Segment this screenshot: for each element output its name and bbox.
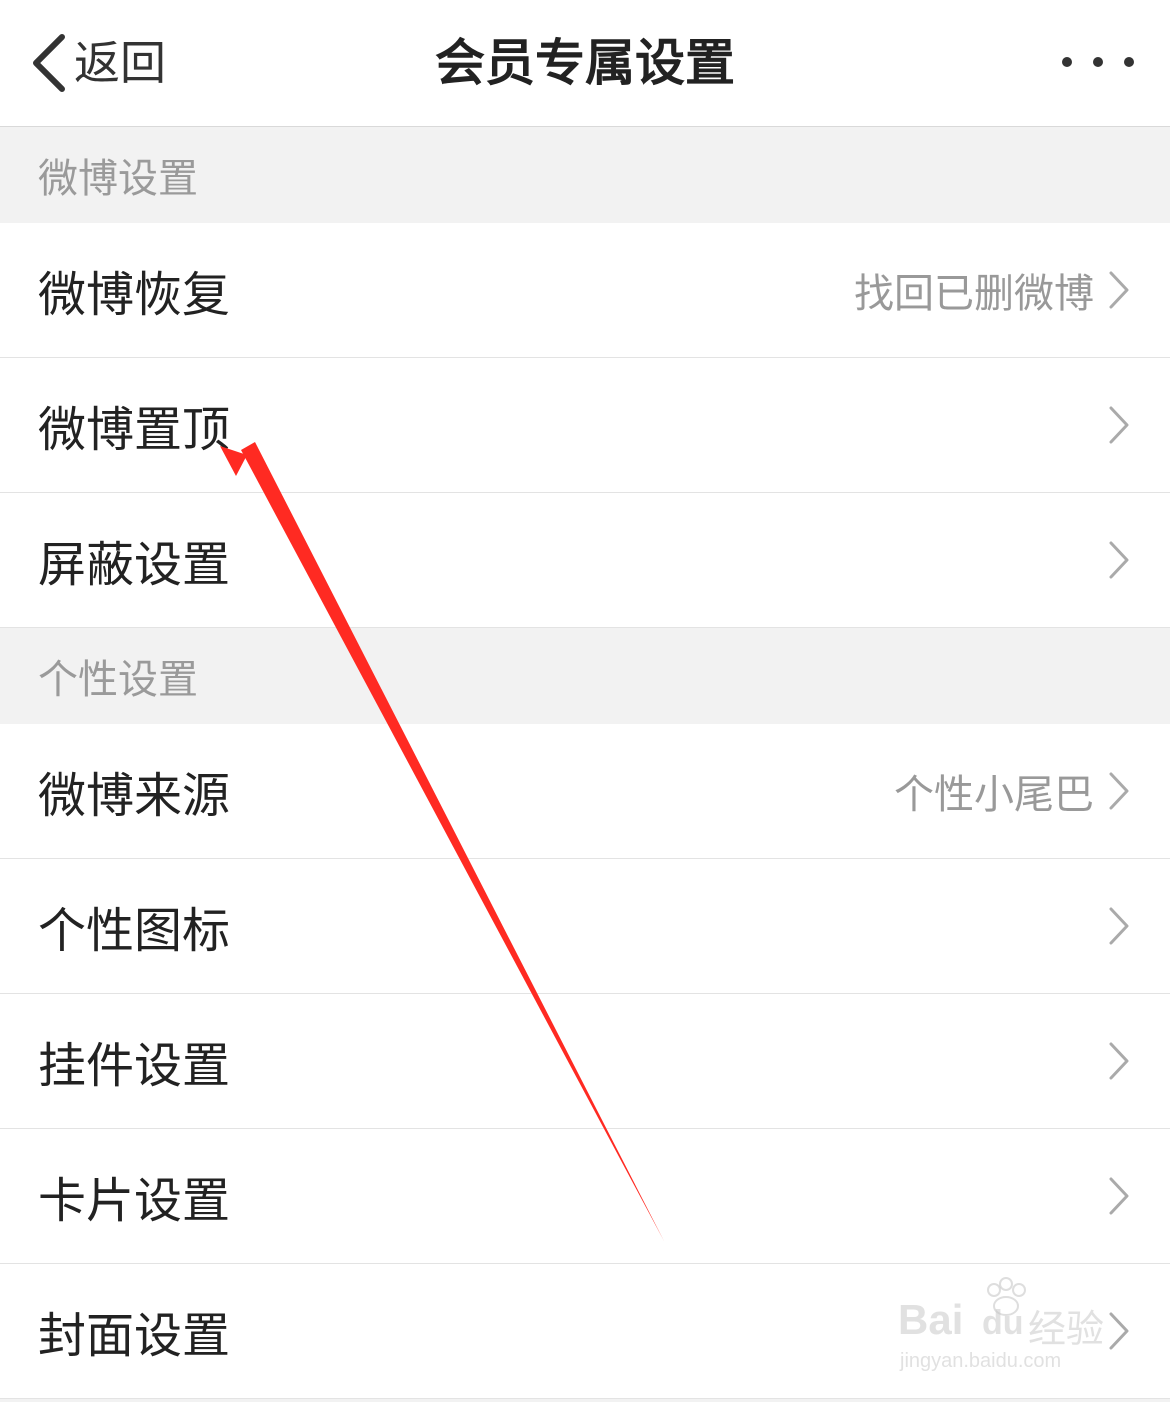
- row-label: 个性图标: [38, 903, 231, 959]
- chevron-right-icon: [1108, 270, 1130, 310]
- more-dot-icon: [1093, 57, 1103, 67]
- section-weibo-settings: 微博设置 微博恢复 找回已删微博 微博置顶 屏蔽设置: [0, 127, 1170, 628]
- more-dot-icon: [1124, 57, 1134, 67]
- settings-row-weibo-restore[interactable]: 微博恢复 找回已删微博: [0, 223, 1170, 358]
- section-header: 微博设置: [0, 127, 1170, 223]
- row-label: 微博恢复: [38, 267, 231, 323]
- chevron-right-icon: [1108, 405, 1130, 445]
- row-label: 屏蔽设置: [38, 537, 231, 593]
- row-label: 微博置顶: [38, 402, 231, 458]
- chevron-right-icon: [1108, 771, 1130, 811]
- chevron-left-icon: [30, 33, 66, 93]
- back-label: 返回: [74, 36, 166, 90]
- chevron-right-icon: [1108, 906, 1130, 946]
- row-label: 封面设置: [38, 1308, 231, 1364]
- page-title: 会员专属设置: [435, 34, 735, 92]
- settings-row-cover-settings[interactable]: 封面设置: [0, 1264, 1170, 1399]
- settings-row-card-settings[interactable]: 卡片设置: [0, 1129, 1170, 1264]
- settings-row-weibo-pin[interactable]: 微博置顶: [0, 358, 1170, 493]
- chevron-right-icon: [1108, 540, 1130, 580]
- row-label: 微博来源: [38, 768, 231, 824]
- section-header: 个性设置: [0, 628, 1170, 724]
- row-label: 卡片设置: [38, 1173, 231, 1229]
- row-detail: 个性小尾巴: [894, 772, 1094, 818]
- chevron-right-icon: [1108, 1041, 1130, 1081]
- chevron-right-icon: [1108, 1176, 1130, 1216]
- settings-row-pendant-settings[interactable]: 挂件设置: [0, 994, 1170, 1129]
- back-button[interactable]: 返回: [30, 28, 166, 98]
- more-dot-icon: [1062, 57, 1072, 67]
- row-detail: 找回已删微博: [854, 271, 1094, 317]
- settings-row-block-settings[interactable]: 屏蔽设置: [0, 493, 1170, 628]
- section-personal-settings: 个性设置 微博来源 个性小尾巴 个性图标 挂件设置 卡片设置 封面设置: [0, 628, 1170, 1399]
- navigation-bar: 返回 会员专属设置: [0, 0, 1170, 127]
- settings-row-weibo-source[interactable]: 微博来源 个性小尾巴: [0, 724, 1170, 859]
- chevron-right-icon: [1108, 1311, 1130, 1351]
- row-label: 挂件设置: [38, 1038, 231, 1094]
- settings-row-personal-icon[interactable]: 个性图标: [0, 859, 1170, 994]
- more-options-button[interactable]: [1062, 44, 1134, 80]
